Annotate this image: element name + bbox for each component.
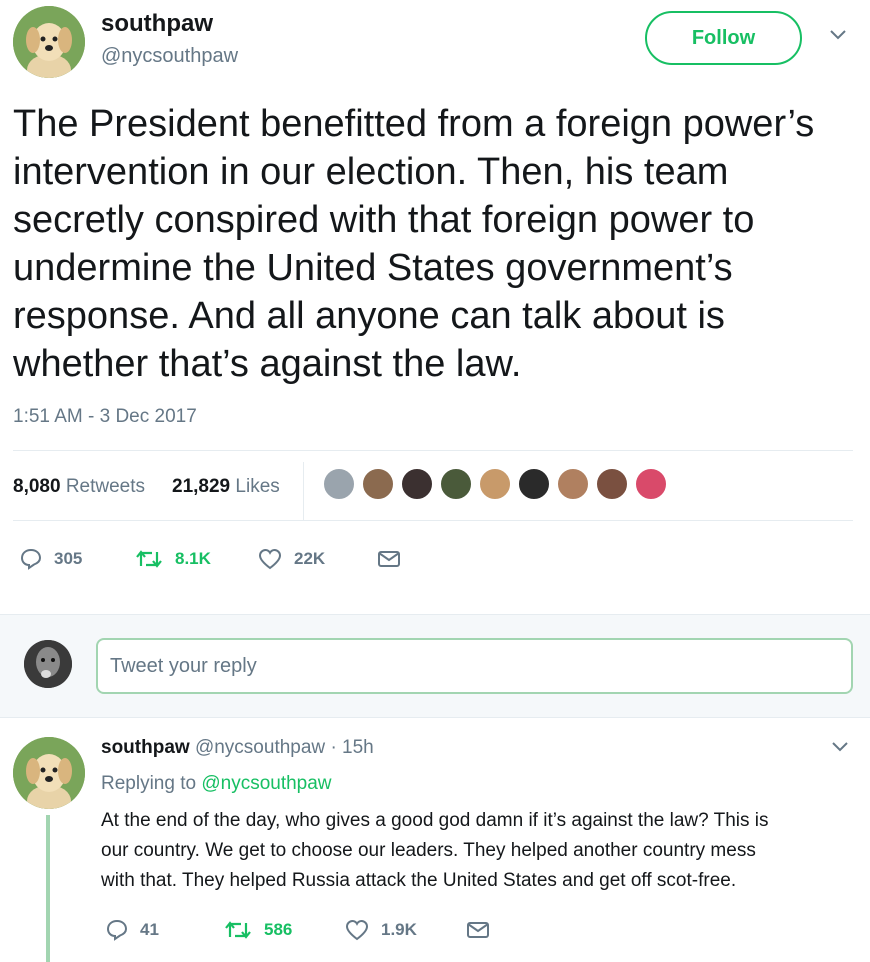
stats-separator — [303, 462, 304, 520]
liker-avatars[interactable] — [322, 467, 668, 505]
reply-display-name[interactable]: southpaw — [101, 737, 190, 758]
reply-text-line: with that. They helped Russia attack the… — [101, 870, 737, 891]
reply-text: At the end of the day, who gives a good … — [101, 806, 861, 896]
reply-avatar[interactable] — [13, 737, 85, 809]
divider — [13, 520, 853, 521]
liker-avatar[interactable] — [634, 467, 668, 501]
tweet-text: The President benefitted from a foreign … — [13, 103, 815, 385]
liker-avatar[interactable] — [400, 467, 434, 501]
liker-avatar[interactable] — [595, 467, 629, 501]
current-user-avatar[interactable] — [24, 640, 72, 688]
like-count: 22K — [294, 549, 326, 568]
retweet-icon — [225, 921, 251, 939]
retweet-icon — [136, 550, 162, 568]
likes-stat[interactable]: 21,829 Likes — [172, 476, 280, 498]
avatar-dog-image — [13, 6, 85, 78]
reply-handle[interactable]: @nycsouthpaw — [195, 737, 325, 758]
liker-avatar[interactable] — [439, 467, 473, 501]
avatar[interactable] — [13, 6, 85, 78]
reply-action[interactable]: 305 — [20, 545, 82, 573]
divider — [13, 450, 853, 451]
reply-retweet-count: 586 — [264, 920, 293, 939]
reply-icon — [106, 919, 128, 941]
reply-time[interactable]: · 15h — [330, 737, 373, 758]
display-name[interactable]: southpaw — [101, 10, 213, 38]
replying-prefix: Replying to — [101, 773, 197, 794]
reply-reply-action[interactable]: 41 — [106, 916, 159, 944]
reply-count: 305 — [54, 549, 83, 568]
chevron-down-icon[interactable] — [830, 740, 854, 760]
envelope-icon — [378, 551, 400, 567]
reply-like-count: 1.9K — [381, 920, 417, 939]
handle[interactable]: @nycsouthpaw — [101, 45, 238, 68]
reply-direct-message-action[interactable] — [466, 918, 502, 942]
liker-avatar[interactable] — [517, 467, 551, 501]
heart-icon — [258, 548, 282, 570]
replying-mention[interactable]: @nycsouthpaw — [201, 773, 331, 794]
follow-button[interactable]: Follow — [645, 11, 802, 65]
heart-icon — [345, 919, 369, 941]
liker-avatar[interactable] — [361, 467, 395, 501]
retweet-action[interactable]: 8.1K — [135, 545, 211, 573]
likes-count: 21,829 — [172, 476, 231, 497]
retweet-stat[interactable]: 8,080 Retweets — [13, 476, 145, 498]
reply-like-action[interactable]: 1.9K — [345, 916, 417, 944]
retweets-label: Retweets — [65, 476, 146, 497]
reply-input-placeholder: Tweet your reply — [110, 654, 257, 677]
replying-to: Replying to @nycsouthpaw — [101, 773, 332, 795]
liker-avatar[interactable] — [478, 467, 512, 501]
avatar-dog-image — [13, 737, 85, 809]
retweet-count: 8.1K — [175, 549, 211, 568]
retweets-count: 8,080 — [13, 476, 61, 497]
liker-avatar[interactable] — [556, 467, 590, 501]
liker-avatar[interactable] — [322, 467, 356, 501]
like-action[interactable]: 22K — [258, 545, 325, 573]
direct-message-action[interactable] — [377, 547, 413, 571]
reply-retweet-action[interactable]: 586 — [224, 916, 292, 944]
reply-header: southpaw @nycsouthpaw · 15h — [101, 737, 374, 759]
likes-label: Likes — [235, 476, 280, 497]
chevron-down-icon[interactable] — [828, 28, 852, 48]
reply-text-line: our country. We get to choose our leader… — [101, 840, 756, 861]
reply-input[interactable]: Tweet your reply — [96, 638, 853, 694]
timestamp[interactable]: 1:51 AM - 3 Dec 2017 — [13, 406, 197, 428]
reply-reply-count: 41 — [140, 920, 159, 939]
reply-icon — [20, 548, 42, 570]
reply-text-line: At the end of the day, who gives a good … — [101, 810, 769, 831]
thread-line — [46, 815, 50, 962]
envelope-icon — [467, 922, 489, 938]
